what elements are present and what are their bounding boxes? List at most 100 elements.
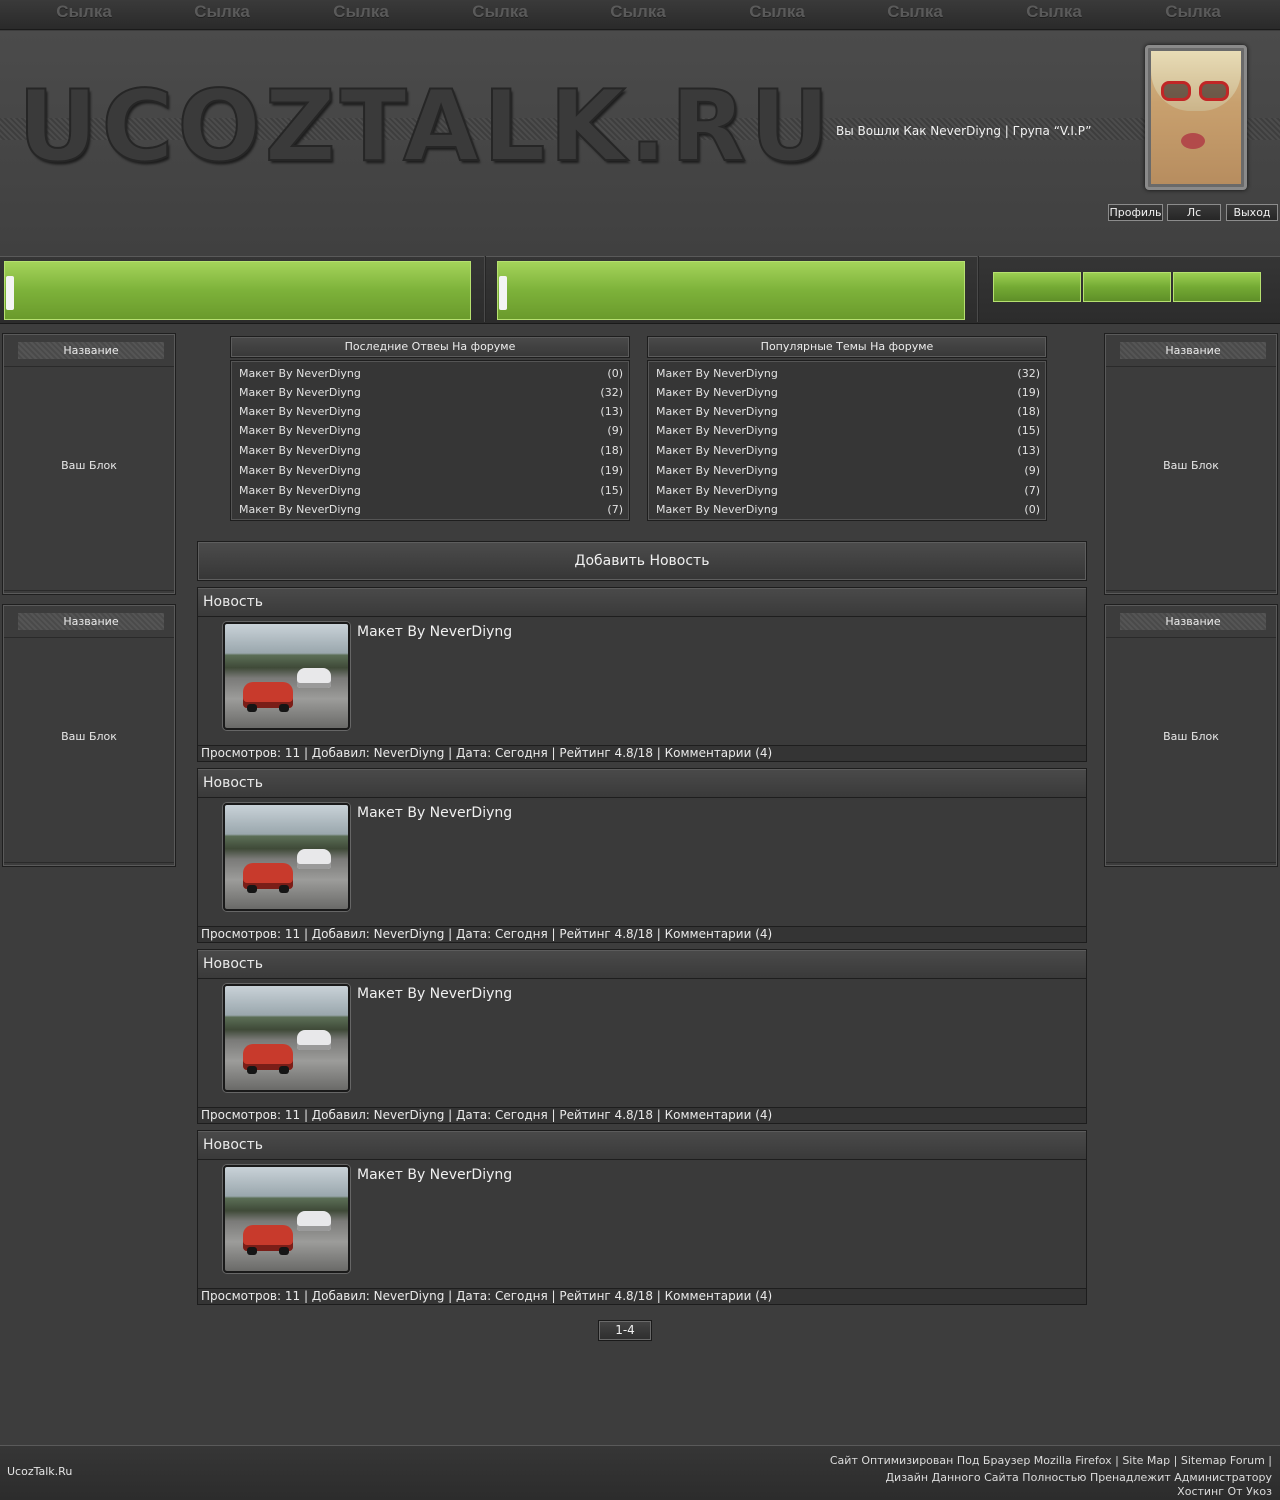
list-item: Макет By NeverDiyng (18) xyxy=(239,444,623,462)
topic-link[interactable]: Макет By NeverDiyng xyxy=(656,503,778,516)
sitemap-forum-link[interactable]: Sitemap Forum xyxy=(1181,1454,1265,1467)
reply-count: (7) xyxy=(607,503,623,516)
top-nav: Сылка Сылка Сылка Сылка Сылка Сылка Сылк… xyxy=(0,0,1280,30)
reply-count: (32) xyxy=(600,386,623,399)
block-body: Ваш Блок xyxy=(61,459,117,472)
list-item: Макет By NeverDiyng (7) xyxy=(656,484,1040,502)
pm-button[interactable]: Лс xyxy=(1167,204,1221,221)
left-block-2: Название Ваш Блок xyxy=(2,604,176,867)
topic-link[interactable]: Макет By NeverDiyng xyxy=(239,405,361,418)
news-meta: Просмотров: 11 | Добавил: NeverDiyng | Д… xyxy=(198,926,1086,942)
list-item: Макет By NeverDiyng (15) xyxy=(239,484,623,502)
block-title: Название xyxy=(1120,613,1266,630)
news-title[interactable]: Макет By NeverDiyng xyxy=(357,1167,512,1183)
news-header: Новость xyxy=(198,588,1086,617)
list-item: Макет By NeverDiyng (9) xyxy=(239,424,623,442)
nav-link-9[interactable]: Сылка xyxy=(1123,2,1263,22)
divider xyxy=(484,256,486,322)
list-item: Макет By NeverDiyng (13) xyxy=(656,444,1040,462)
list-item: Макет By NeverDiyng (19) xyxy=(239,464,623,482)
pagination[interactable]: 1-4 xyxy=(598,1320,652,1341)
profile-button[interactable]: Профиль xyxy=(1108,204,1163,221)
topic-link[interactable]: Макет By NeverDiyng xyxy=(656,464,778,477)
nav-link-7[interactable]: Сылка xyxy=(845,2,985,22)
topic-link[interactable]: Макет By NeverDiyng xyxy=(239,444,361,457)
news-thumbnail[interactable] xyxy=(223,1165,350,1273)
list-item: Макет By NeverDiyng (7) xyxy=(239,503,623,521)
news-title[interactable]: Макет By NeverDiyng xyxy=(357,986,512,1002)
reply-count: (15) xyxy=(600,484,623,497)
green-button-3[interactable] xyxy=(1173,272,1261,302)
topic-link[interactable]: Макет By NeverDiyng xyxy=(656,386,778,399)
reply-count: (13) xyxy=(1017,444,1040,457)
topic-link[interactable]: Макет By NeverDiyng xyxy=(656,367,778,380)
nav-link-1[interactable]: Сылка xyxy=(14,2,154,22)
forum-recent-title: Последние Отвеы На форуме xyxy=(230,336,630,358)
topic-link[interactable]: Макет By NeverDiyng xyxy=(239,367,361,380)
logout-button[interactable]: Выход xyxy=(1226,204,1278,221)
add-news-button[interactable]: Добавить Новость xyxy=(197,541,1087,581)
news-thumbnail[interactable] xyxy=(223,984,350,1092)
forum-popular-title: Популярные Темы На форуме xyxy=(647,336,1047,358)
forum-popular-list: Макет By NeverDiyng (32) Макет By NeverDi… xyxy=(647,360,1047,521)
reply-count: (9) xyxy=(1024,464,1040,477)
reply-count: (15) xyxy=(1017,424,1040,437)
browser-note: Сайт Оптимизирован Под Браузер Mozilla F… xyxy=(829,1454,1116,1467)
block-title: Название xyxy=(1120,342,1266,359)
nav-link-2[interactable]: Сылка xyxy=(152,2,292,22)
nav-link-3[interactable]: Сылка xyxy=(291,2,431,22)
news-item: Новость Макет By NeverDiyng Просмотров: … xyxy=(197,949,1087,1124)
news-title[interactable]: Макет By NeverDiyng xyxy=(357,624,512,640)
green-panel-middle xyxy=(497,261,965,320)
topic-link[interactable]: Макет By NeverDiyng xyxy=(239,503,361,516)
reply-count: (18) xyxy=(1017,405,1040,418)
topic-link[interactable]: Макет By NeverDiyng xyxy=(656,444,778,457)
block-body: Ваш Блок xyxy=(1163,459,1219,472)
reply-count: (13) xyxy=(600,405,623,418)
reply-count: (9) xyxy=(607,424,623,437)
news-thumbnail[interactable] xyxy=(223,803,350,911)
green-panel-left-handle[interactable] xyxy=(6,276,14,310)
news-item: Новость Макет By NeverDiyng Просмотров: … xyxy=(197,768,1087,943)
site-logo[interactable]: UCOZTALK.RU xyxy=(17,77,834,177)
topic-link[interactable]: Макет By NeverDiyng xyxy=(239,464,361,477)
topic-link[interactable]: Макет By NeverDiyng xyxy=(239,386,361,399)
list-item: Макет By NeverDiyng (15) xyxy=(656,424,1040,442)
nav-link-5[interactable]: Сылка xyxy=(568,2,708,22)
green-panel-middle-handle[interactable] xyxy=(499,276,507,310)
reply-count: (7) xyxy=(1024,484,1040,497)
green-button-1[interactable] xyxy=(993,272,1081,302)
footer-line-2: Дизайн Данного Сайта Полностью Пренадлеж… xyxy=(885,1471,1272,1484)
block-body: Ваш Блок xyxy=(61,730,117,743)
reply-count: (19) xyxy=(600,464,623,477)
topic-link[interactable]: Макет By NeverDiyng xyxy=(239,484,361,497)
reply-count: (0) xyxy=(1024,503,1040,516)
sitemap-link[interactable]: Site Map xyxy=(1122,1454,1170,1467)
forum-recent-list: Макет By NeverDiyng (0) Макет By NeverDiy… xyxy=(230,360,630,521)
green-button-2[interactable] xyxy=(1083,272,1171,302)
topic-link[interactable]: Макет By NeverDiyng xyxy=(656,484,778,497)
news-header: Новость xyxy=(198,950,1086,979)
footer-line-1: Сайт Оптимизирован Под Браузер Mozilla F… xyxy=(829,1454,1272,1467)
news-thumbnail[interactable] xyxy=(223,622,350,730)
nav-link-4[interactable]: Сылка xyxy=(430,2,570,22)
block-title: Название xyxy=(18,342,164,359)
divider xyxy=(977,256,979,322)
topic-link[interactable]: Макет By NeverDiyng xyxy=(239,424,361,437)
list-item: Макет By NeverDiyng (18) xyxy=(656,405,1040,423)
reply-count: (0) xyxy=(607,367,623,380)
news-item: Новость Макет By NeverDiyng Просмотров: … xyxy=(197,1130,1087,1305)
nav-link-6[interactable]: Сылка xyxy=(707,2,847,22)
footer-line-3: Хостинг От Укоз xyxy=(1177,1485,1272,1498)
topic-link[interactable]: Макет By NeverDiyng xyxy=(656,405,778,418)
news-meta: Просмотров: 11 | Добавил: NeverDiyng | Д… xyxy=(198,745,1086,761)
reply-count: (19) xyxy=(1017,386,1040,399)
news-title[interactable]: Макет By NeverDiyng xyxy=(357,805,512,821)
list-item: Макет By NeverDiyng (13) xyxy=(239,405,623,423)
news-item: Новость Макет By NeverDiyng Просмотров: … xyxy=(197,587,1087,762)
topic-link[interactable]: Макет By NeverDiyng xyxy=(656,424,778,437)
avatar[interactable] xyxy=(1151,51,1241,184)
nav-link-8[interactable]: Сылка xyxy=(984,2,1124,22)
reply-count: (18) xyxy=(600,444,623,457)
list-item: Макет By NeverDiyng (0) xyxy=(656,503,1040,521)
